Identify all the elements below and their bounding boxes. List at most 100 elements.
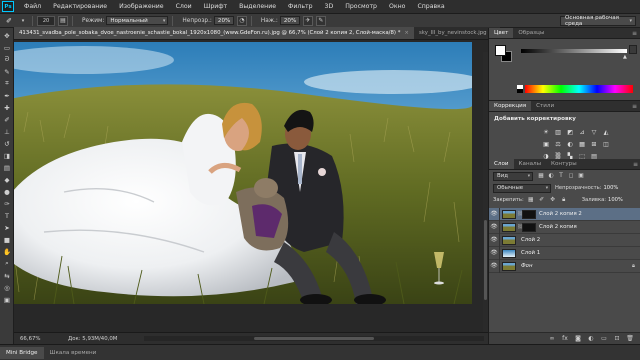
adjustment-icon[interactable]: ⊿	[577, 128, 587, 137]
layer-name[interactable]: Слой 2 копия	[539, 224, 577, 230]
layer-row[interactable]: 👁︎ Фон 🔒︎	[489, 259, 640, 273]
tab-color[interactable]: Цвет	[489, 28, 514, 38]
add-mask-icon[interactable]: ◙	[573, 334, 583, 343]
panel-menu-icon[interactable]: ≡	[633, 161, 638, 168]
lasso-tool-icon[interactable]: ᘐ	[2, 55, 12, 64]
tab-styles[interactable]: Стили	[531, 101, 559, 111]
layer-style-icon[interactable]: fx	[560, 334, 570, 343]
adjustment-icon[interactable]: ▽	[589, 128, 599, 137]
menu-item[interactable]: Слои	[170, 0, 198, 14]
eye-icon[interactable]: 👁︎	[489, 211, 499, 217]
bottom-tab[interactable]: Mini Bridge	[0, 346, 44, 359]
lock-image-icon[interactable]: ✐	[538, 196, 546, 204]
slider-caret-icon[interactable]: ▲	[623, 54, 627, 60]
shape-filter-icon[interactable]: ◻	[567, 172, 575, 180]
menu-item[interactable]: 3D	[319, 0, 340, 14]
color-value-field[interactable]	[629, 45, 637, 54]
brush-size-picker[interactable]: 20	[37, 15, 55, 26]
adjustment-icon[interactable]: ◭	[601, 128, 611, 137]
new-layer-icon[interactable]: ⊡	[612, 334, 622, 343]
adjustment-filter-icon[interactable]: ◐	[547, 172, 555, 180]
airbrush-icon[interactable]: ✈	[302, 15, 313, 26]
color-spectrum[interactable]	[517, 85, 633, 93]
brush-tool-preset-icon[interactable]: ✐	[3, 16, 15, 26]
pressure-field[interactable]: 20%	[279, 16, 300, 25]
brush-panel-toggle-icon[interactable]: ▤	[58, 15, 68, 26]
lock-transparent-icon[interactable]: ▦	[527, 196, 535, 204]
lock-icon[interactable]: 🔒︎	[632, 263, 635, 270]
layer-row[interactable]: 👁︎ ⛓︎ Слой 2 копия 2	[489, 207, 640, 221]
eye-icon[interactable]: 👁︎	[489, 250, 499, 256]
adjustment-icon[interactable]: ▦	[577, 140, 587, 149]
fill-value[interactable]: 100%	[608, 197, 623, 203]
layer-name[interactable]: Фон	[521, 263, 532, 269]
menu-item[interactable]: Справка	[411, 0, 450, 14]
zoom-tool-icon[interactable]: ⌕	[2, 259, 12, 268]
brush-tool-icon[interactable]: ✐	[2, 115, 12, 124]
menu-item[interactable]: Выделение	[233, 0, 282, 14]
layer-name[interactable]: Слой 1	[521, 250, 540, 256]
swap-colors-icon[interactable]: ⇆	[2, 271, 12, 280]
layer-name[interactable]: Слой 2	[521, 237, 540, 243]
eyedropper-tool-icon[interactable]: ✒	[2, 91, 12, 100]
layer-row[interactable]: 👁︎ Слой 1	[489, 246, 640, 260]
zoom-field[interactable]: 66,67%	[14, 336, 48, 342]
blend-mode-dropdown[interactable]: Обычные ▾	[493, 183, 551, 193]
quick-select-tool-icon[interactable]: ✎	[2, 67, 12, 76]
eye-icon[interactable]: 👁︎	[489, 263, 499, 269]
opacity-pressure-icon[interactable]: ◔	[236, 15, 247, 26]
pen-tool-icon[interactable]: ✑	[2, 199, 12, 208]
smart-object-filter-icon[interactable]: ▣	[577, 172, 585, 180]
clone-stamp-tool-icon[interactable]: ⊥	[2, 127, 12, 136]
menu-item[interactable]: Просмотр	[339, 0, 383, 14]
menu-item[interactable]: Фильтр	[282, 0, 318, 14]
adjustment-icon[interactable]: ▥	[553, 128, 563, 137]
tab-adjustments[interactable]: Коррекция	[489, 101, 532, 111]
panel-menu-icon[interactable]: ≡	[632, 103, 637, 110]
eye-icon[interactable]: 👁︎	[489, 224, 499, 230]
shape-tool-icon[interactable]: ■	[2, 235, 12, 244]
black-white-swatch[interactable]	[517, 85, 523, 93]
adjustment-icon[interactable]: ◩	[565, 128, 575, 137]
menu-item[interactable]: Файл	[18, 0, 47, 14]
new-adjustment-icon[interactable]: ◐	[586, 334, 596, 343]
pixel-filter-icon[interactable]: ▦	[537, 172, 545, 180]
canvas[interactable]	[14, 40, 488, 332]
adjustment-icon[interactable]: ☀	[541, 128, 551, 137]
panel-menu-icon[interactable]: ≡	[632, 30, 637, 37]
hand-tool-icon[interactable]: ✋	[2, 247, 12, 256]
horizontal-scrollbar[interactable]	[144, 336, 484, 341]
eye-icon[interactable]: 👁︎	[489, 237, 499, 243]
move-tool-icon[interactable]: ✥	[2, 31, 12, 40]
healing-tool-icon[interactable]: ✚	[2, 103, 12, 112]
close-icon[interactable]: ×	[404, 30, 409, 36]
crop-tool-icon[interactable]: ⌗	[2, 79, 12, 88]
workspace-dropdown[interactable]: Основная рабочая среда ▾	[560, 15, 636, 27]
canvas-photo[interactable]	[14, 42, 472, 304]
opacity-field[interactable]: 20%	[213, 16, 234, 25]
gradient-tool-icon[interactable]: ▤	[2, 163, 12, 172]
lock-position-icon[interactable]: ✥	[549, 196, 557, 204]
lock-all-icon[interactable]: 🔒︎	[560, 196, 568, 204]
kind-filter-dropdown[interactable]: Вид ▾	[493, 171, 533, 181]
menu-item[interactable]: Изображение	[113, 0, 170, 14]
layer-mask-thumbnail[interactable]	[522, 209, 536, 219]
layer-name[interactable]: Слой 2 копия 2	[539, 211, 582, 217]
layer-mask-thumbnail[interactable]	[522, 222, 536, 232]
menu-item[interactable]: Окно	[383, 0, 411, 14]
horizontal-scroll-thumb[interactable]	[254, 337, 374, 340]
tool-preset-dropdown-icon[interactable]: ▾	[18, 16, 28, 26]
opacity-value[interactable]: 100%	[604, 185, 619, 191]
dodge-tool-icon[interactable]: ●	[2, 187, 12, 196]
adjustment-icon[interactable]: ◫	[601, 140, 611, 149]
marquee-tool-icon[interactable]: ▭	[2, 43, 12, 52]
link-layers-icon[interactable]: ∞	[547, 334, 557, 343]
tab-layers[interactable]: Слои	[489, 159, 514, 169]
adjustment-icon[interactable]: ◐	[565, 140, 575, 149]
blur-tool-icon[interactable]: ◆	[2, 175, 12, 184]
screen-mode-icon[interactable]: ▣	[2, 295, 12, 304]
document-tab[interactable]: 413431_svadba_pole_sobaka_dvoe_nastroeni…	[14, 27, 414, 39]
vertical-scroll-thumb[interactable]	[484, 220, 487, 300]
menu-item[interactable]: Редактирование	[47, 0, 113, 14]
doc-size-info[interactable]: Док: 5,93M/40,0M	[48, 336, 117, 342]
